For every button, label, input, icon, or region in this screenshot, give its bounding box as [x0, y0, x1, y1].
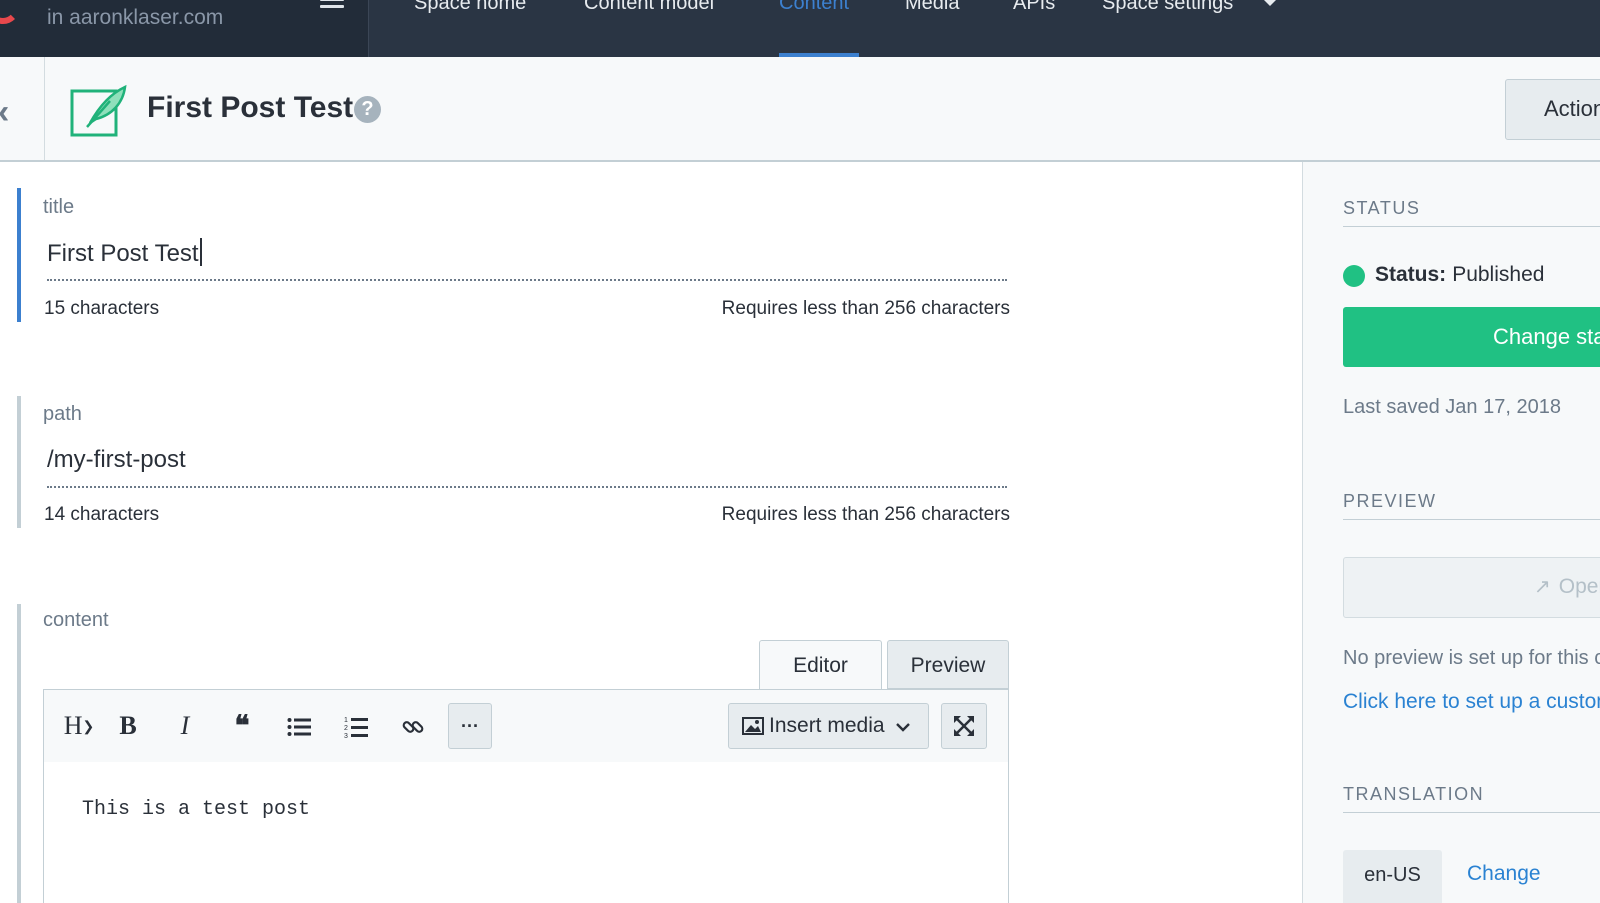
- bold-button[interactable]: B: [106, 704, 150, 748]
- field-label-content: content: [43, 609, 109, 631]
- path-input[interactable]: /my-first-post: [47, 446, 186, 474]
- space-switcher[interactable]: in aaronklaser.com: [0, 0, 369, 57]
- space-name: in aaronklaser.com: [47, 6, 224, 29]
- nav-content-model[interactable]: Content model: [584, 0, 714, 15]
- insert-media-label: Insert media: [769, 714, 885, 737]
- link-icon: [402, 721, 424, 734]
- expand-icon: [954, 716, 974, 736]
- numbered-list-icon: 1 2 3: [344, 717, 368, 740]
- field-indicator: [17, 396, 21, 528]
- chevron-down-icon: [896, 723, 911, 732]
- contentful-logo-icon: [0, 0, 20, 24]
- locale-badge: en-US: [1343, 850, 1442, 903]
- input-underline: [47, 486, 1007, 488]
- text-cursor: [199, 238, 202, 266]
- title-input[interactable]: First Post Test: [47, 238, 202, 268]
- change-locale-link[interactable]: Change: [1467, 862, 1541, 886]
- title-char-limit: Requires less than 256 characters: [721, 298, 1010, 319]
- more-options-button[interactable]: ···: [448, 703, 492, 749]
- nav-content[interactable]: Content: [779, 0, 849, 15]
- field-label-title: title: [43, 196, 75, 218]
- path-char-count: 14 characters: [44, 504, 160, 525]
- status-heading: STATUS: [1343, 198, 1421, 218]
- editor-content: This is a test post: [82, 798, 311, 821]
- nav-space-settings[interactable]: Space settings: [1102, 0, 1233, 15]
- numbered-list-button[interactable]: 1 2 3: [334, 704, 378, 748]
- top-navigation-bar: in aaronklaser.com Space home Content mo…: [0, 0, 1600, 57]
- change-status-button[interactable]: Change status: [1343, 307, 1600, 367]
- path-char-limit: Requires less than 256 characters: [721, 504, 1010, 525]
- entry-quill-icon: [70, 84, 127, 137]
- status-indicator-icon: [1343, 265, 1365, 287]
- bullet-list-icon: [287, 718, 311, 737]
- title-char-count: 15 characters: [44, 298, 160, 319]
- menu-icon[interactable]: [320, 0, 344, 16]
- svg-text:2: 2: [344, 725, 348, 732]
- external-link-icon: ↗: [1534, 576, 1551, 598]
- back-button[interactable]: ‹: [0, 57, 45, 160]
- divider: [1343, 226, 1600, 227]
- quote-button[interactable]: ❝: [220, 704, 264, 748]
- actions-button[interactable]: Actions: [1505, 79, 1600, 140]
- status-text: Status: Published: [1375, 263, 1545, 286]
- field-label-path: path: [43, 403, 82, 425]
- setup-preview-link[interactable]: Click here to set up a custom preview: [1343, 690, 1600, 714]
- entry-sidebar: STATUS Status:Published Change status La…: [1302, 162, 1600, 903]
- open-preview-button[interactable]: ↗Open preview: [1343, 557, 1600, 618]
- svg-text:3: 3: [344, 733, 348, 739]
- nav-media[interactable]: Media: [905, 0, 959, 15]
- markdown-editor[interactable]: This is a test post: [43, 762, 1009, 903]
- no-preview-text: No preview is set up for this content ty…: [1343, 647, 1600, 669]
- help-icon[interactable]: ?: [354, 96, 381, 123]
- field-indicator: [17, 604, 21, 903]
- divider: [1343, 519, 1600, 520]
- nav-space-home[interactable]: Space home: [414, 0, 526, 15]
- last-saved-text: Last saved Jan 17, 2018: [1343, 396, 1561, 418]
- preview-heading: PREVIEW: [1343, 491, 1437, 511]
- title-value: First Post Test: [47, 240, 199, 267]
- image-icon: [742, 717, 764, 735]
- bullet-list-button[interactable]: [277, 704, 321, 748]
- italic-button[interactable]: I: [163, 704, 207, 748]
- insert-media-button[interactable]: Insert media: [728, 703, 929, 749]
- translation-heading: TRANSLATION: [1343, 784, 1485, 804]
- heading-button[interactable]: H❯: [56, 704, 102, 748]
- chevron-down-icon: ❯: [82, 720, 95, 735]
- page-title: First Post Test: [147, 91, 354, 124]
- field-focus-indicator: [17, 188, 21, 322]
- chevron-down-icon[interactable]: [1264, 0, 1276, 6]
- link-button[interactable]: [391, 704, 435, 748]
- markdown-toolbar: H❯ B I ❝ 1 2 3 ··· Insert media: [43, 689, 1009, 763]
- chevron-left-icon: ‹: [0, 95, 9, 129]
- tab-preview[interactable]: Preview: [887, 640, 1009, 689]
- input-underline: [47, 279, 1007, 281]
- divider: [1343, 812, 1600, 813]
- fullscreen-button[interactable]: [941, 703, 987, 749]
- nav-apis[interactable]: APIs: [1013, 0, 1055, 15]
- tab-editor[interactable]: Editor: [759, 640, 882, 690]
- svg-text:1: 1: [344, 717, 348, 724]
